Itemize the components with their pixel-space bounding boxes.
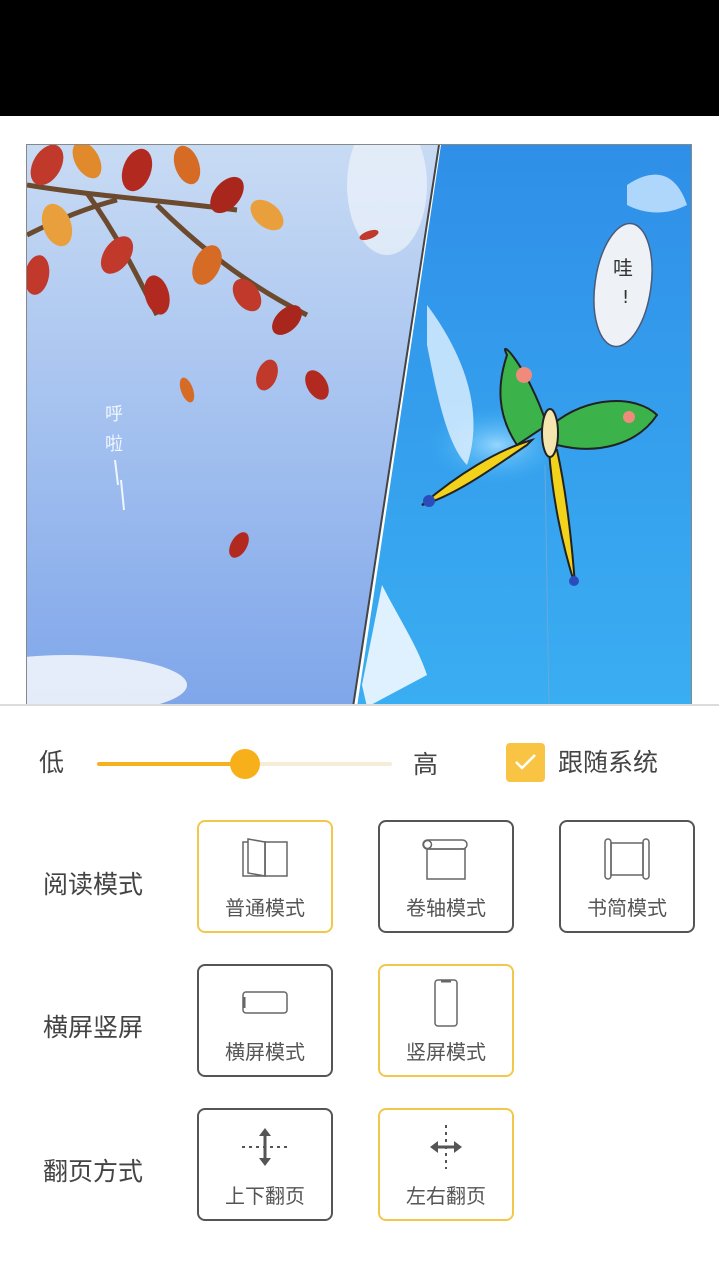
book-open-icon [242, 838, 288, 877]
brightness-slider-thumb[interactable] [229, 749, 260, 779]
brightness-low-label: 低 [39, 748, 65, 777]
bamboo-slip-icon [604, 838, 650, 880]
phone-portrait-icon [434, 979, 458, 1027]
reading-mode-normal-label: 普通模式 [225, 896, 305, 920]
follow-system-label[interactable]: 跟随系统 [558, 750, 658, 775]
orientation-landscape-button[interactable]: 横屏模式 [197, 964, 333, 1077]
brightness-high-label: 高 [413, 750, 439, 779]
reading-mode-label: 阅读模式 [43, 870, 144, 899]
sfx-char-2: 啦 [105, 434, 123, 455]
sfx-char-1: 呼 [105, 404, 123, 425]
orientation-portrait-button[interactable]: 竖屏模式 [378, 964, 514, 1077]
orientation-portrait-label: 竖屏模式 [406, 1040, 486, 1064]
reading-mode-bamboo-button[interactable]: 书简模式 [559, 820, 695, 933]
scroll-icon [422, 839, 468, 880]
page-turn-horizontal-button[interactable]: 左右翻页 [378, 1108, 514, 1221]
svg-text:哇: 哇 [613, 256, 633, 280]
reader-settings-panel [0, 706, 719, 1280]
phone-landscape-icon [242, 991, 288, 1014]
orientation-label: 横屏竖屏 [43, 1013, 144, 1042]
checkmark-icon [515, 754, 536, 770]
page-turn-label: 翻页方式 [43, 1157, 144, 1186]
status-bar [0, 0, 719, 116]
reading-mode-scroll-label: 卷轴模式 [406, 896, 486, 920]
horizontal-arrows-icon [430, 1125, 462, 1169]
reading-mode-normal-button[interactable]: 普通模式 [197, 820, 333, 933]
brightness-slider-fill [97, 762, 245, 766]
comic-illustration: 呼 啦 哇 ! [27, 145, 691, 705]
reading-mode-scroll-button[interactable]: 卷轴模式 [378, 820, 514, 933]
orientation-landscape-label: 横屏模式 [225, 1040, 305, 1064]
follow-system-checkbox[interactable] [506, 743, 545, 782]
reading-mode-bamboo-label: 书简模式 [587, 896, 667, 920]
page-turn-horizontal-label: 左右翻页 [406, 1184, 486, 1208]
page-turn-vertical-button[interactable]: 上下翻页 [197, 1108, 333, 1221]
vertical-arrows-icon [242, 1128, 288, 1166]
svg-text:!: ! [622, 287, 629, 308]
page-turn-vertical-label: 上下翻页 [225, 1184, 305, 1208]
comic-page-preview: 呼 啦 哇 ! [26, 144, 692, 706]
